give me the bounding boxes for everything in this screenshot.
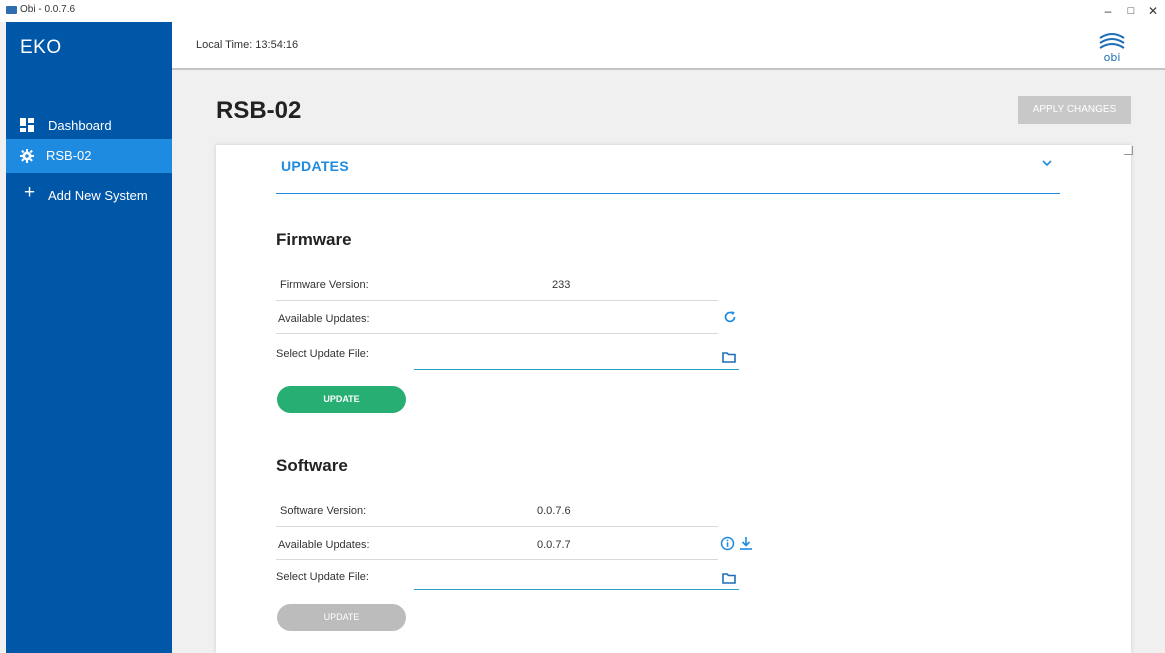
firmware-heading: Firmware <box>276 230 352 249</box>
svg-text:obi: obi <box>1104 51 1121 64</box>
download-icon[interactable] <box>739 536 753 556</box>
plus-icon: + <box>24 182 36 203</box>
software-version-value: 0.0.7.6 <box>537 505 571 517</box>
sidebar-item-add-new-system[interactable]: + Add New System <box>6 178 172 212</box>
folder-icon[interactable] <box>722 350 736 368</box>
row-divider <box>276 300 718 301</box>
refresh-icon[interactable] <box>723 310 737 329</box>
firmware-update-button[interactable]: UPDATE <box>277 386 406 413</box>
software-version-label: Software Version: <box>280 505 367 517</box>
page-title: RSB-02 <box>216 97 302 124</box>
firmware-file-input[interactable] <box>414 369 739 370</box>
software-file-label: Select Update File: <box>276 571 369 583</box>
gear-icon <box>20 149 34 163</box>
dashboard-icon <box>20 118 34 132</box>
apply-changes-button[interactable]: APPLY CHANGES <box>1018 96 1131 124</box>
section-divider <box>276 193 1060 194</box>
section-title-updates[interactable]: UPDATES <box>281 158 349 174</box>
sidebar-item-label: Dashboard <box>48 118 112 133</box>
chevron-down-icon[interactable] <box>1042 156 1052 170</box>
firmware-available-label: Available Updates: <box>278 313 370 325</box>
resize-corner-icon <box>1124 146 1133 155</box>
app-icon <box>6 6 17 14</box>
software-available-value: 0.0.7.7 <box>537 539 571 551</box>
sidebar-item-rsb-02[interactable]: RSB-02 <box>6 139 172 173</box>
window-titlebar: Obi - 0.0.7.6 – □ ✕ <box>0 0 1165 22</box>
software-file-input[interactable] <box>414 589 739 590</box>
firmware-version-label: Firmware Version: <box>280 279 369 291</box>
software-update-button[interactable]: UPDATE <box>277 604 406 631</box>
close-button[interactable]: ✕ <box>1140 0 1165 22</box>
sidebar-item-label: RSB-02 <box>46 148 92 163</box>
local-time: Local Time: 13:54:16 <box>196 39 299 51</box>
sidebar-item-label: Add New System <box>48 188 148 203</box>
firmware-version-value: 233 <box>552 279 571 291</box>
row-divider <box>276 559 718 560</box>
info-icon[interactable] <box>720 536 735 556</box>
sidebar-item-dashboard[interactable]: Dashboard <box>6 108 172 142</box>
sidebar: EKO Dashboard RSB-02 + Add New System <box>6 22 172 653</box>
row-divider <box>276 526 718 527</box>
window-title: Obi - 0.0.7.6 <box>20 4 76 15</box>
obi-logo-icon: obi <box>1092 26 1132 66</box>
header-bar: Local Time: 13:54:16 obi <box>172 22 1165 70</box>
row-divider <box>276 333 718 334</box>
software-available-label: Available Updates: <box>278 539 370 551</box>
firmware-file-label: Select Update File: <box>276 348 369 360</box>
brand-logo: EKO <box>20 37 62 58</box>
software-heading: Software <box>276 456 348 475</box>
folder-icon[interactable] <box>722 571 736 589</box>
